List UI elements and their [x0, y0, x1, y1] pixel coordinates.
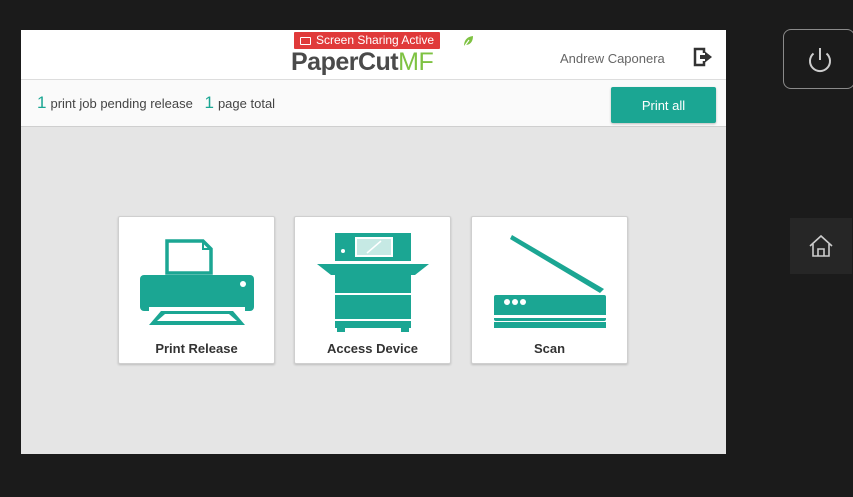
- access-device-label: Access Device: [326, 341, 419, 356]
- leaf-icon: [463, 36, 473, 48]
- scan-label: Scan: [533, 341, 566, 356]
- logout-icon[interactable]: [693, 47, 713, 67]
- status-bar: 1 print job pending release 1 page total P…: [21, 79, 726, 127]
- page-text: page total: [217, 96, 276, 111]
- scanner-icon: [494, 235, 606, 328]
- copier-icon: [317, 233, 429, 332]
- screen-sharing-text: Screen Sharing Active: [316, 33, 435, 47]
- home-icon: [809, 234, 833, 257]
- print-release-label: Print Release: [155, 341, 238, 356]
- power-button[interactable]: [783, 29, 853, 89]
- scan-tile[interactable]: Scan: [471, 216, 628, 364]
- header-bar: Screen Sharing Active PaperCutMF Andrew …: [21, 30, 726, 79]
- monitor-icon: [300, 37, 311, 45]
- print-all-button[interactable]: Print all: [611, 87, 716, 123]
- touch-screen: Screen Sharing Active PaperCutMF Andrew …: [21, 30, 726, 454]
- printer-icon: [140, 239, 254, 325]
- screen-sharing-banner: Screen Sharing Active: [294, 32, 441, 49]
- home-button[interactable]: [790, 218, 852, 274]
- page-count: 1: [204, 93, 214, 112]
- logo-main-text: PaperCut: [291, 48, 399, 76]
- pending-summary: 1 print job pending release 1 page total: [37, 93, 275, 113]
- user-name: Andrew Caponera: [560, 51, 665, 66]
- job-count: 1: [37, 93, 47, 112]
- job-text: print job pending release: [50, 96, 193, 111]
- power-icon: [809, 48, 831, 73]
- papercut-logo: PaperCutMF: [291, 48, 434, 77]
- print-release-tile[interactable]: Print Release: [118, 216, 275, 364]
- logo-suffix-text: MF: [398, 48, 434, 76]
- access-device-tile[interactable]: Access Device: [294, 216, 451, 364]
